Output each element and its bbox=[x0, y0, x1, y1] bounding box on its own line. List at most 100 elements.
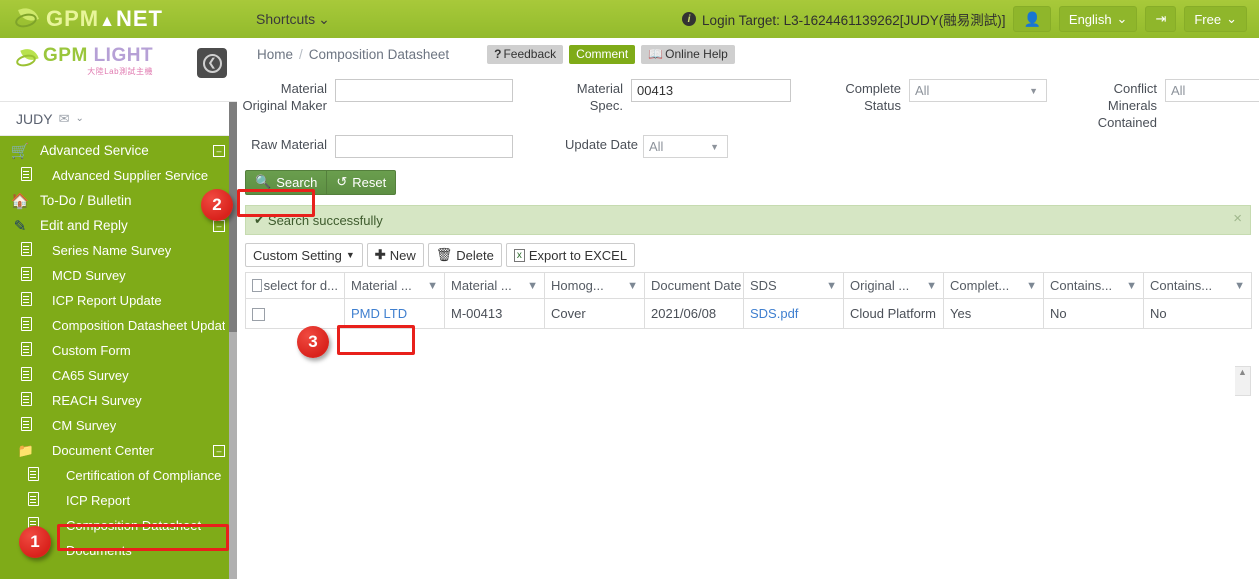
gpm-light-logo[interactable]: GPM LIGHT 大陸Lab測試主機 bbox=[14, 46, 153, 77]
new-button[interactable]: ✚ New bbox=[366, 243, 424, 267]
sidebar-scrollbar-thumb[interactable] bbox=[229, 102, 237, 332]
complete-status-select[interactable]: All ▼ bbox=[909, 79, 1047, 102]
feedback-button[interactable]: ? Feedback bbox=[487, 44, 564, 64]
sidebar-item-series-name-survey[interactable]: Series Name Survey bbox=[0, 238, 237, 263]
table-header-label: Contains... bbox=[1150, 278, 1213, 293]
search-button[interactable]: 🔍 Search bbox=[245, 169, 328, 195]
cell-material-name[interactable]: PMD LTD bbox=[344, 298, 445, 329]
brand-wordmark: GPM▲NET bbox=[46, 6, 163, 32]
collapse-toggle-icon[interactable]: – bbox=[213, 144, 225, 157]
table-scrollbar[interactable]: ▲ bbox=[1235, 366, 1251, 396]
cell-document-date-value: 2021/06/08 bbox=[651, 306, 717, 321]
user-account-button[interactable]: 👤 bbox=[1013, 6, 1051, 32]
collapse-toggle-icon[interactable]: – bbox=[213, 444, 225, 457]
select-all-checkbox[interactable] bbox=[252, 279, 262, 292]
table-header-label: Document Date bbox=[651, 278, 742, 293]
brand-gpm-text: GPM bbox=[46, 6, 100, 31]
table-header-row: select for d... Material ... ▼ Material .… bbox=[245, 272, 1252, 299]
reset-button[interactable]: ↺ Reset bbox=[327, 169, 397, 195]
language-label: English bbox=[1068, 11, 1112, 27]
raw-material-label: Raw Material bbox=[251, 137, 327, 152]
sidebar-item-cm-survey[interactable]: CM Survey bbox=[0, 413, 237, 438]
logout-icon: ⇥ bbox=[1155, 11, 1167, 26]
online-help-button[interactable]: 📖 Online Help bbox=[641, 44, 735, 64]
sidebar-item-composition-datasheet-updat[interactable]: Composition Datasheet Updat bbox=[0, 313, 237, 338]
excel-icon: x bbox=[513, 248, 525, 262]
breadcrumb: Home / Composition Datasheet ? Feedback C… bbox=[237, 38, 1259, 70]
table-header-label: Complet... bbox=[950, 278, 1010, 293]
filter-icon[interactable]: ▼ bbox=[427, 280, 438, 292]
sidebar-collapse-button[interactable]: ❮ bbox=[197, 48, 227, 78]
comment-button[interactable]: Comment bbox=[569, 44, 636, 64]
sidebar-item-ca65-survey[interactable]: CA65 Survey bbox=[0, 363, 237, 388]
cell-sds[interactable]: SDS.pdf bbox=[743, 298, 844, 329]
table-header-material-name[interactable]: Material ... ▼ bbox=[344, 272, 445, 299]
material-original-maker-label: Material Original Maker bbox=[242, 81, 327, 113]
table-header-sds[interactable]: SDS ▼ bbox=[743, 272, 844, 299]
plan-selector[interactable]: Free ⌄ bbox=[1184, 6, 1247, 32]
table-header-original[interactable]: Original ... ▼ bbox=[843, 272, 944, 299]
table-row[interactable]: PMD LTD M-00413 Cover 2021/06/08 SDS.pdf Clou… bbox=[245, 298, 1252, 329]
collapse-toggle-icon[interactable]: – bbox=[213, 219, 225, 232]
custom-setting-button[interactable]: Custom Setting ▼ bbox=[245, 243, 363, 267]
sidebar-item-label: Document Center bbox=[52, 443, 154, 458]
raw-material-input[interactable] bbox=[335, 135, 513, 158]
sidebar-item-advanced-service[interactable]: 🛒 Advanced Service – bbox=[0, 138, 237, 163]
sidebar-user-row[interactable]: JUDY ✉ ⌄ bbox=[0, 102, 237, 136]
pencil-icon: ✎ bbox=[13, 217, 27, 235]
material-spec-input[interactable] bbox=[631, 79, 791, 102]
breadcrumb-home[interactable]: Home bbox=[257, 47, 293, 62]
table-header-label: Material ... bbox=[451, 278, 512, 293]
chevron-down-icon: ⌄ bbox=[1226, 11, 1237, 26]
row-checkbox[interactable] bbox=[252, 308, 265, 322]
gpm-net-logo[interactable]: GPM▲NET bbox=[13, 4, 224, 32]
sidebar-item-icp-report[interactable]: ICP Report bbox=[0, 488, 237, 513]
filter-icon[interactable]: ▼ bbox=[1126, 280, 1137, 292]
update-date-select[interactable]: All ▼ bbox=[643, 135, 728, 158]
comment-label: Comment bbox=[576, 46, 629, 61]
conflict-minerals-select[interactable]: All ▼ bbox=[1165, 79, 1259, 102]
language-selector[interactable]: English ⌄ bbox=[1058, 6, 1138, 32]
sidebar-item-icp-report-update[interactable]: ICP Report Update bbox=[0, 288, 237, 313]
export-to-excel-button[interactable]: x Export to EXCEL bbox=[505, 243, 636, 267]
table-header-label: SDS bbox=[750, 278, 777, 293]
sidebar-item-reach-survey[interactable]: REACH Survey bbox=[0, 388, 237, 413]
sidebar-item-edit-and-reply[interactable]: ✎ Edit and Reply – bbox=[0, 213, 237, 238]
sidebar-item-certification-of-compliance[interactable]: Certification of Compliance bbox=[0, 463, 237, 488]
filter-icon[interactable]: ▼ bbox=[627, 280, 638, 292]
table-header-complete[interactable]: Complet... ▼ bbox=[943, 272, 1044, 299]
filter-icon[interactable]: ▼ bbox=[527, 280, 538, 292]
table-header-contains-1[interactable]: Contains... ▼ bbox=[1043, 272, 1144, 299]
shortcuts-menu[interactable]: Shortcuts ⌄ bbox=[256, 11, 330, 28]
logout-button[interactable]: ⇥ bbox=[1145, 6, 1177, 32]
question-mark-icon: ? bbox=[494, 46, 502, 61]
filter-icon[interactable]: ▼ bbox=[1234, 280, 1245, 292]
sidebar-item-custom-form[interactable]: Custom Form bbox=[0, 338, 237, 363]
conflict-minerals-label: Conflict Minerals Contained bbox=[1097, 81, 1157, 130]
sidebar-item-mcd-survey[interactable]: MCD Survey bbox=[0, 263, 237, 288]
alert-message: Search successfully bbox=[267, 212, 383, 228]
filter-icon[interactable]: ▼ bbox=[1026, 280, 1037, 292]
table-header-document-date[interactable]: Document Date bbox=[644, 272, 744, 299]
delete-button[interactable]: 🗑 Delete bbox=[427, 243, 502, 267]
table-header-homogeneous[interactable]: Homog... ▼ bbox=[544, 272, 645, 299]
sidebar-item-label: Custom Form bbox=[52, 343, 131, 358]
cell-sds-value[interactable]: SDS.pdf bbox=[750, 306, 798, 321]
search-action-bar: 🔍 Search ↺ Reset bbox=[237, 164, 1259, 200]
close-icon[interactable]: × bbox=[1233, 210, 1242, 227]
filter-icon[interactable]: ▼ bbox=[826, 280, 837, 292]
filter-icon[interactable]: ▼ bbox=[926, 280, 937, 292]
table-header-material-code[interactable]: Material ... ▼ bbox=[444, 272, 545, 299]
sidebar-item-advanced-supplier-service[interactable]: Advanced Supplier Service bbox=[0, 163, 237, 188]
material-original-maker-input[interactable] bbox=[335, 79, 513, 102]
leaf-icon bbox=[13, 4, 44, 32]
table-header-select[interactable]: select for d... bbox=[245, 272, 345, 299]
document-icon bbox=[0, 167, 52, 184]
cell-original-value: Cloud Platform bbox=[850, 306, 936, 321]
table-header-contains-2[interactable]: Contains... ▼ bbox=[1143, 272, 1252, 299]
table-header-label: Original ... bbox=[850, 278, 910, 293]
sidebar-item-document-center[interactable]: 📁 Document Center – bbox=[0, 438, 237, 463]
envelope-icon[interactable]: ✉ bbox=[59, 111, 70, 127]
cell-material-name-value[interactable]: PMD LTD bbox=[351, 306, 407, 321]
document-icon bbox=[0, 467, 66, 484]
